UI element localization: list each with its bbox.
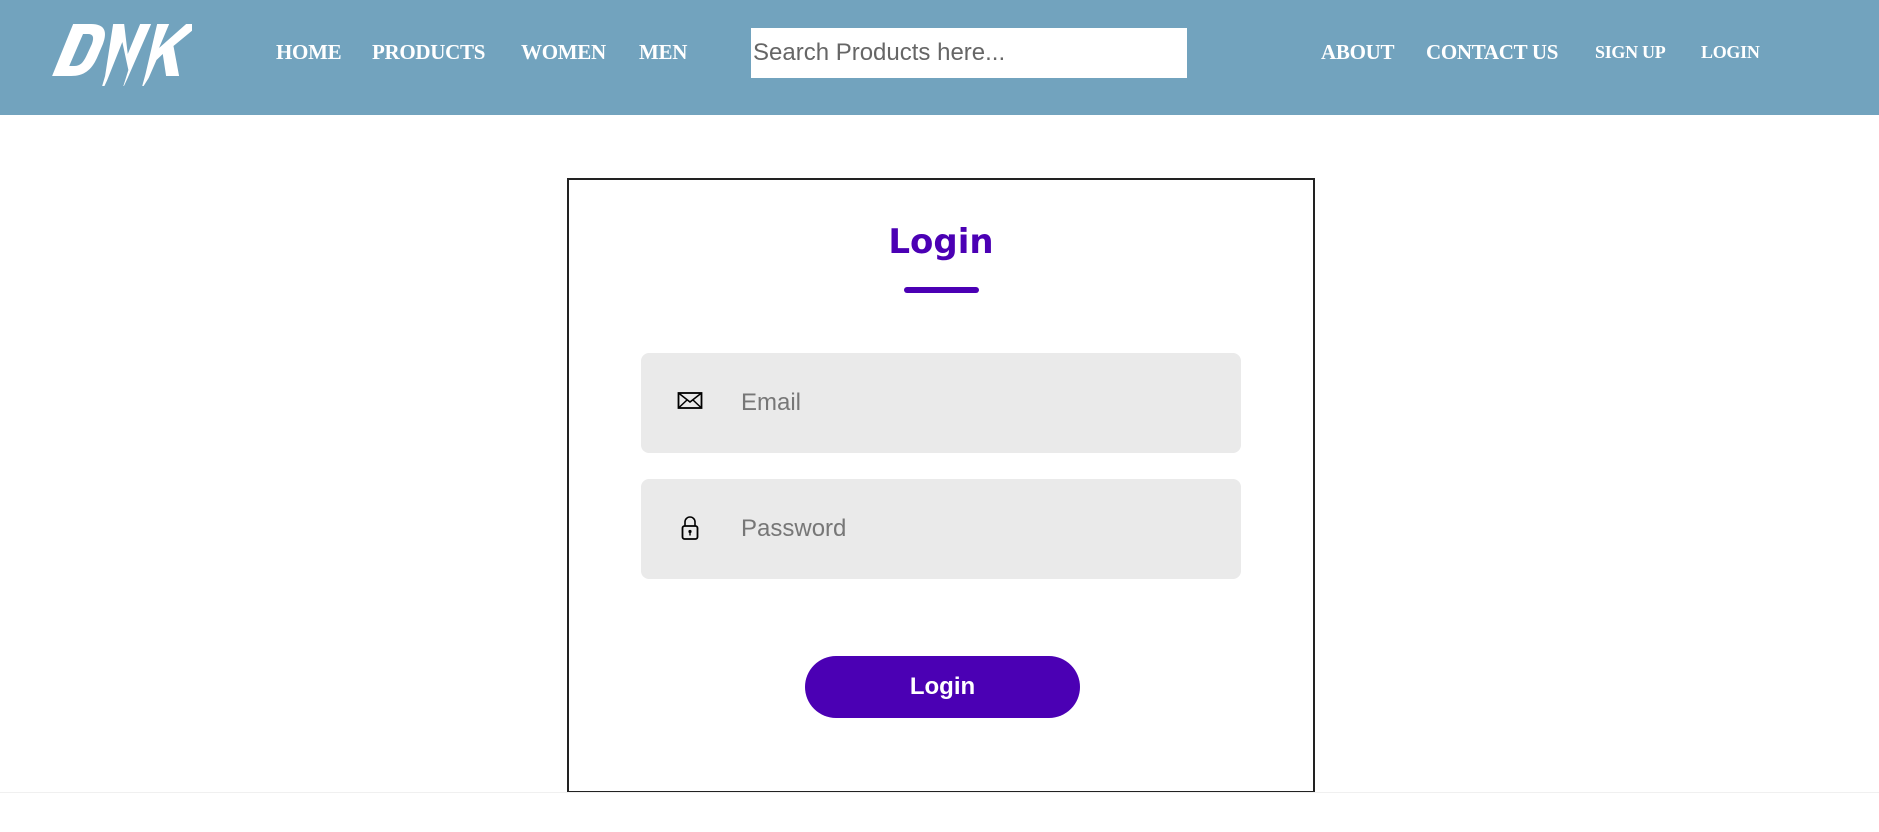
nav-contact-us[interactable]: CONTACT US — [1426, 40, 1558, 65]
nav-login[interactable]: LOGIN — [1701, 42, 1760, 63]
logo[interactable] — [52, 20, 192, 86]
nav-sign-up[interactable]: SIGN UP — [1595, 42, 1666, 63]
login-title: Login — [888, 222, 994, 262]
nav-products[interactable]: PRODUCTS — [372, 40, 485, 65]
header: HOME PRODUCTS WOMEN MEN ABOUT CONTACT US… — [0, 0, 1879, 115]
password-field-container — [641, 479, 1241, 579]
lock-icon — [681, 516, 699, 540]
login-form: Login Login — [567, 178, 1315, 793]
password-input[interactable] — [741, 479, 1221, 579]
email-input[interactable] — [741, 353, 1221, 453]
search-input[interactable] — [751, 28, 1187, 78]
nav-home[interactable]: HOME — [276, 40, 342, 65]
nav-men[interactable]: MEN — [639, 40, 687, 65]
email-field-container — [641, 353, 1241, 453]
envelope-icon — [677, 392, 703, 409]
divider — [0, 792, 1879, 793]
nav-about[interactable]: ABOUT — [1321, 40, 1394, 65]
title-underline — [904, 287, 979, 293]
nav-women[interactable]: WOMEN — [521, 40, 606, 65]
login-button[interactable]: Login — [805, 656, 1080, 718]
